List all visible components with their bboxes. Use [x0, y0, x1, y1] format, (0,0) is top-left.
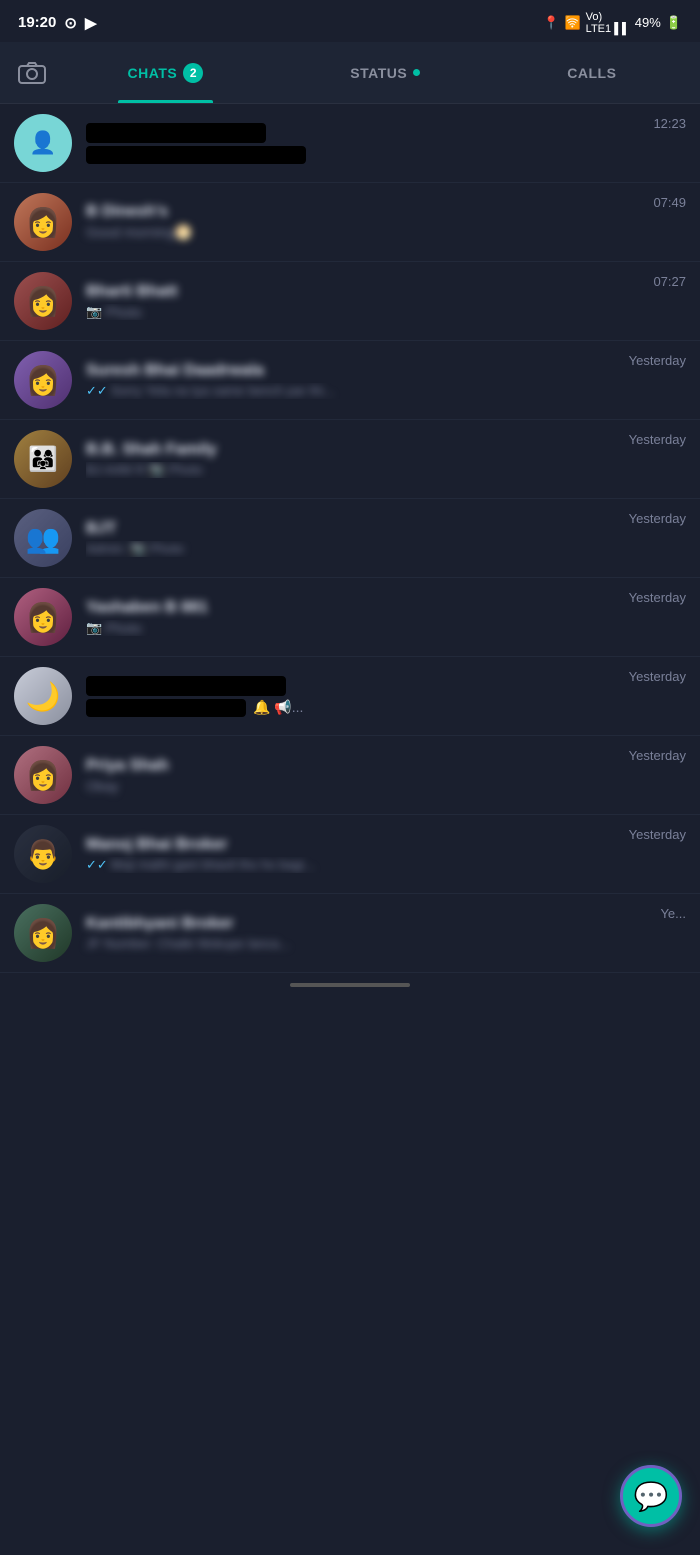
chat-name: Yashaben B 881 [86, 599, 621, 617]
chat-time: 12:23 [653, 114, 686, 131]
chat-item[interactable]: 👩 Priya Shah Okay Yesterday [0, 736, 700, 815]
avatar: 👩 [14, 588, 72, 646]
chat-time: 07:49 [653, 193, 686, 210]
chats-badge: 2 [183, 63, 203, 83]
tabs-container: CHATS 2 STATUS CALLS [54, 42, 690, 103]
new-chat-fab[interactable]: 💬 [620, 1465, 682, 1527]
chat-name [86, 676, 621, 696]
chat-preview: ✓✓ Moji mathi gani bhavil tho ho bagi... [86, 857, 621, 873]
chat-name: BJT [86, 520, 621, 538]
chat-name: Kantibhyani Broker [86, 915, 652, 933]
chat-preview: ✓✓ Sorry Yela na tya same bench par thi.… [86, 383, 621, 399]
chat-preview: 🔔 📢... [86, 699, 621, 717]
bottom-bar [0, 973, 700, 997]
chat-time: Ye... [660, 904, 686, 921]
avatar: 👩 [14, 351, 72, 409]
chat-name: Priya Shah [86, 757, 621, 775]
chat-info: BJT Admin: 📷 Photo [86, 520, 621, 557]
chat-info: B.B. Shah Family BJ-A4M R 📷 Photo [86, 441, 621, 478]
status-dot [413, 69, 420, 76]
chat-preview: 📷 Photo [86, 304, 645, 320]
chat-item[interactable]: 👩 B Dinesh's Good morning🌕 07:49 [0, 183, 700, 262]
avatar: 👨 [14, 825, 72, 883]
chat-preview: Good morning🌕 [86, 224, 645, 241]
home-indicator [290, 983, 410, 987]
chat-time: Yesterday [629, 351, 686, 368]
camera-status-icon: ⊙ [64, 14, 77, 32]
chat-preview: BJ-A4M R 📷 Photo [86, 462, 621, 478]
chat-time: Yesterday [629, 825, 686, 842]
chat-preview [86, 146, 645, 164]
chat-item[interactable]: 🌙 🔔 📢... Yesterday [0, 657, 700, 736]
time-display: 19:20 [18, 14, 56, 31]
avatar: 🌙 [14, 667, 72, 725]
chat-name: Suresh Bhai Daadrwala [86, 362, 621, 380]
group-icon: 👥 [26, 522, 61, 555]
avatar: 👩 [14, 746, 72, 804]
chat-item[interactable]: 👩 Bharti Bhatt 📷 Photo 07:27 [0, 262, 700, 341]
tab-bar: CHATS 2 STATUS CALLS [0, 42, 700, 104]
chat-item[interactable]: 👨‍👩‍👧 B.B. Shah Family BJ-A4M R 📷 Photo … [0, 420, 700, 499]
wifi-icon: 🛜 [564, 15, 580, 31]
chat-preview: Okay [86, 778, 621, 794]
chat-item[interactable]: 👩 Suresh Bhai Daadrwala ✓✓ Sorry Yela na… [0, 341, 700, 420]
tab-status[interactable]: STATUS [340, 42, 430, 103]
tab-calls[interactable]: CALLS [557, 42, 626, 103]
chat-info: Manoj Bhai Broker ✓✓ Moji mathi gani bha… [86, 836, 621, 873]
avatar: 👥 [14, 509, 72, 567]
chat-time: Yesterday [629, 430, 686, 447]
chat-info: Bharti Bhatt 📷 Photo [86, 283, 645, 320]
youtube-status-icon: ▶ [85, 14, 97, 32]
avatar: 👤 [14, 114, 72, 172]
camera-button[interactable] [10, 51, 54, 95]
chat-info: 🔔 📢... [86, 676, 621, 717]
chat-item[interactable]: 👥 BJT Admin: 📷 Photo Yesterday [0, 499, 700, 578]
status-tab-label: STATUS [350, 65, 407, 81]
battery-percent: 49% [635, 15, 661, 30]
new-chat-icon: 💬 [634, 1480, 669, 1513]
fab-container: 💬 [620, 1465, 682, 1527]
chat-time: 07:27 [653, 272, 686, 289]
chat-list: 👤 12:23 👩 B Dinesh's Good morning🌕 07:49… [0, 104, 700, 973]
chats-tab-label: CHATS [128, 65, 178, 81]
chat-item[interactable]: 👤 12:23 [0, 104, 700, 183]
status-bar-right: 📍 🛜 Vo)LTE1 ▌▌ 49% 🔋 [543, 11, 682, 35]
chat-name [86, 123, 645, 143]
avatar: 👨‍👩‍👧 [14, 430, 72, 488]
location-icon: 📍 [543, 15, 559, 31]
chat-name: B Dinesh's [86, 203, 645, 221]
signal-bars-icon: Vo)LTE1 ▌▌ [586, 11, 630, 35]
chat-name: Manoj Bhai Broker [86, 836, 621, 854]
avatar: 👩 [14, 272, 72, 330]
status-bar: 19:20 ⊙ ▶ 📍 🛜 Vo)LTE1 ▌▌ 49% 🔋 [0, 0, 700, 42]
chat-info: B Dinesh's Good morning🌕 [86, 203, 645, 241]
chat-preview: JF Number: Chatki Mokupe lanca... [86, 936, 652, 951]
chat-info: Suresh Bhai Daadrwala ✓✓ Sorry Yela na t… [86, 362, 621, 399]
tab-chats[interactable]: CHATS 2 [118, 42, 214, 103]
avatar: 👩 [14, 193, 72, 251]
chat-time: Yesterday [629, 746, 686, 763]
chat-item[interactable]: 👨 Manoj Bhai Broker ✓✓ Moji mathi gani b… [0, 815, 700, 894]
chat-preview: Admin: 📷 Photo [86, 541, 621, 557]
chat-name: B.B. Shah Family [86, 441, 621, 459]
chat-time: Yesterday [629, 667, 686, 684]
chat-preview: 📷 Photo [86, 620, 621, 636]
avatar: 👩 [14, 904, 72, 962]
chat-name: Bharti Bhatt [86, 283, 645, 301]
status-bar-left: 19:20 ⊙ ▶ [18, 14, 97, 32]
chat-info: Priya Shah Okay [86, 757, 621, 794]
battery-icon: 🔋 [666, 15, 682, 31]
chat-item[interactable]: 👩 Yashaben B 881 📷 Photo Yesterday [0, 578, 700, 657]
chat-info [86, 123, 645, 164]
chat-item[interactable]: 👩 Kantibhyani Broker JF Number: Chatki M… [0, 894, 700, 973]
camera-icon [18, 61, 46, 85]
chat-time: Yesterday [629, 588, 686, 605]
calls-tab-label: CALLS [567, 65, 616, 81]
chat-time: Yesterday [629, 509, 686, 526]
chat-info: Yashaben B 881 📷 Photo [86, 599, 621, 636]
chat-info: Kantibhyani Broker JF Number: Chatki Mok… [86, 915, 652, 951]
